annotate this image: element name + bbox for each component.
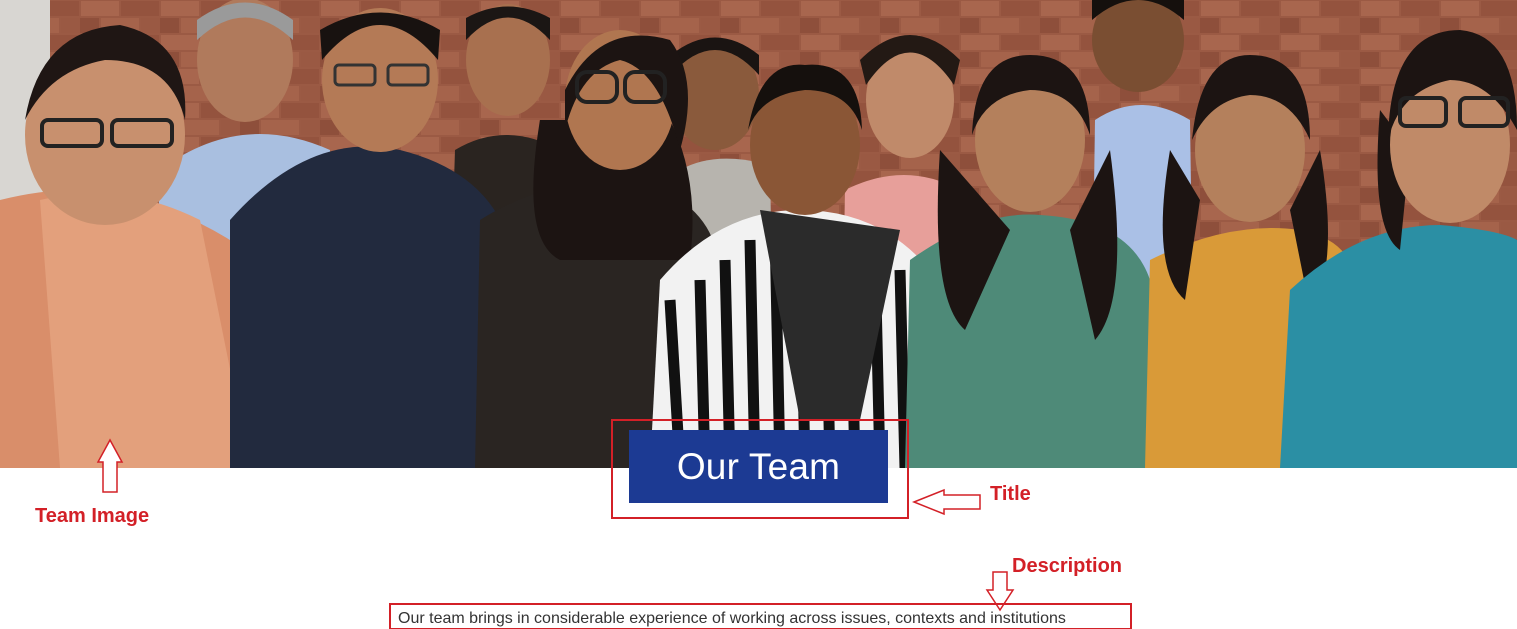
title-banner: Our Team xyxy=(629,430,888,503)
team-image-annotation: Team Image xyxy=(35,505,150,527)
left-arrow-icon xyxy=(911,488,981,516)
down-arrow-icon xyxy=(985,571,1015,612)
page-title: Our Team xyxy=(676,445,841,487)
description-annotation: Description xyxy=(1012,555,1123,577)
team-description: Our team brings in considerable experien… xyxy=(398,610,1066,627)
team-photo-image xyxy=(0,0,1517,468)
title-annotation: Title xyxy=(990,483,1031,505)
our-team-section: Our Team Our team brings in considerable… xyxy=(0,0,1517,629)
team-image xyxy=(0,0,1517,468)
